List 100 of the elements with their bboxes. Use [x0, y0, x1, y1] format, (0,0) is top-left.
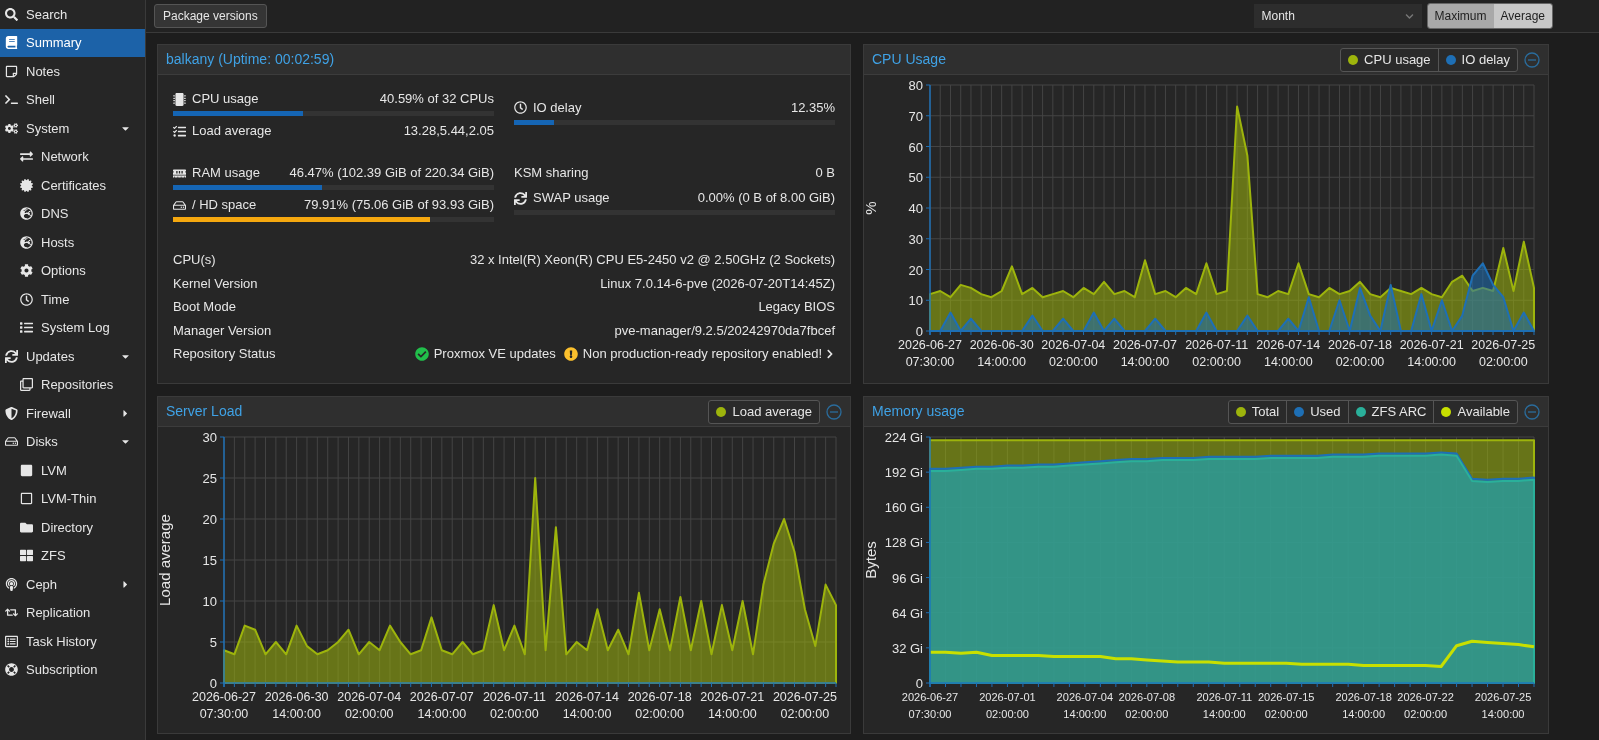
- axis-tick-label: 50: [908, 170, 923, 186]
- axis-tick-label: 2026-07-04 14:00:00: [1056, 691, 1114, 720]
- info-value: 32 x Intel(R) Xeon(R) CPU E5-2450 v2 @ 2.50GHz (2 Sockets): [469, 251, 835, 269]
- axis-tick-label: 10: [908, 293, 923, 309]
- nav-item[interactable]: Repositories: [0, 370, 145, 399]
- package-versions-button[interactable]: Package versions: [154, 4, 267, 28]
- clock-icon: [514, 101, 527, 114]
- refresh-icon: [514, 191, 527, 205]
- check-icon: [414, 346, 429, 361]
- axis-title: Load average: [158, 514, 173, 606]
- info-label: CPU(s): [173, 251, 216, 269]
- info-label: Manager Version: [173, 321, 272, 340]
- nav-item[interactable]: Network: [0, 142, 145, 171]
- nav-item[interactable]: LVM: [0, 456, 145, 485]
- list-icon: [20, 321, 33, 335]
- nav-item[interactable]: Replication: [0, 598, 145, 627]
- metric-label: SWAP usage: [533, 189, 610, 208]
- metric-label: IO delay: [533, 98, 582, 117]
- legend-item[interactable]: Total: [1228, 400, 1287, 423]
- metric-label: Load average: [192, 122, 272, 141]
- drive-icon: [5, 435, 18, 449]
- axis-tick-label: 2026-07-04 02:00:00: [337, 690, 402, 721]
- nav-item[interactable]: Subscription: [0, 655, 145, 684]
- repository-status-text: Non production-ready repository enabled!: [582, 345, 822, 363]
- search-icon: [5, 7, 18, 21]
- axis-tick-label: 2026-07-11 14:00:00: [1196, 691, 1253, 720]
- legend-item[interactable]: IO delay: [1437, 48, 1517, 71]
- lifebuoy-icon: [5, 663, 18, 677]
- globe-icon: [20, 207, 33, 221]
- metric-value: 12.35%: [790, 98, 835, 117]
- axis-tick-label: 192 Gi: [884, 465, 923, 481]
- info-value: Legacy BIOS: [758, 298, 835, 316]
- axis-tick-label: 2026-07-15 02:00:00: [1257, 691, 1315, 720]
- nav-item[interactable]: Hosts: [0, 228, 145, 257]
- legend-item[interactable]: Used: [1286, 400, 1348, 423]
- axis-tick-label: 20: [908, 262, 923, 278]
- metric-value: 13.28,5.44,2.05: [403, 122, 494, 141]
- axis-tick-label: 2026-07-14 14:00:00: [1256, 338, 1321, 369]
- nav-item[interactable]: LVM-Thin: [0, 484, 145, 513]
- nav-item[interactable]: Disks: [0, 427, 145, 456]
- axis-tick-label: 15: [202, 553, 217, 568]
- axis-tick-label: 2026-07-14 14:00:00: [555, 690, 620, 721]
- axis-tick-label: 2026-06-30 14:00:00: [969, 338, 1034, 369]
- axis-tick-label: 60: [908, 139, 923, 155]
- terminal-icon: [5, 93, 18, 107]
- nav-item[interactable]: Time: [0, 285, 145, 314]
- nav-item[interactable]: Updates: [0, 342, 145, 371]
- info-value: Linux 7.0.14-6-pve (2026-07-20T14:45Z): [600, 274, 835, 293]
- nav-item[interactable]: DNS: [0, 199, 145, 228]
- axis-title: Bytes: [864, 541, 879, 579]
- metric-value: 46.47% (102.39 GiB of 220.34 GiB): [289, 164, 494, 183]
- refresh-icon: [5, 349, 18, 363]
- axis-tick-label: 2026-07-18 14:00:00: [1335, 691, 1392, 720]
- shield-icon: [5, 406, 18, 420]
- nav-item[interactable]: System: [0, 114, 145, 143]
- bars-icon: [173, 124, 186, 138]
- axis-tick-label: 2026-07-18 02:00:00: [627, 690, 692, 721]
- legend-item[interactable]: CPU usage: [1341, 48, 1438, 71]
- metric-label: RAM usage: [192, 164, 260, 183]
- nav-item[interactable]: Search: [0, 0, 145, 29]
- timeframe-select[interactable]: Month: [1253, 4, 1422, 28]
- axis-tick-label: 40: [908, 201, 923, 216]
- nav-item[interactable]: ZFS: [0, 541, 145, 570]
- grid-icon: [20, 549, 33, 563]
- axis-tick-label: 2026-07-21 14:00:00: [700, 690, 765, 721]
- axis-title: %: [864, 201, 879, 215]
- nav-item[interactable]: Ceph: [0, 570, 145, 599]
- nav-item[interactable]: Firewall: [0, 399, 145, 428]
- mode-toggle[interactable]: Average: [1493, 4, 1552, 28]
- axis-tick-label: 70: [908, 108, 923, 124]
- axis-tick-label: 2026-06-27 07:30:00: [901, 691, 959, 720]
- nav-item[interactable]: Certificates: [0, 171, 145, 200]
- nav-item[interactable]: Shell: [0, 85, 145, 114]
- chevron-icon[interactable]: [825, 348, 835, 359]
- panel-title: balkany (Uptime: 00:02:59): [166, 50, 336, 69]
- axis-tick-label: 96 Gi: [891, 570, 923, 586]
- broadcast-icon: [5, 577, 18, 591]
- nav-item[interactable]: Summary: [0, 28, 145, 57]
- globe-icon: [20, 235, 33, 249]
- mode-toggle[interactable]: Maximum: [1427, 4, 1494, 28]
- legend-item[interactable]: Load average: [709, 400, 819, 423]
- metric-value: 0.00% (0 B of 8.00 GiB): [697, 189, 835, 208]
- panel-title: CPU Usage: [872, 50, 947, 69]
- axis-tick-label: 0: [209, 676, 217, 691]
- nav-item[interactable]: Notes: [0, 57, 145, 86]
- nav-item[interactable]: System Log: [0, 313, 145, 342]
- legend-item[interactable]: Available: [1433, 400, 1517, 423]
- nav-item[interactable]: Options: [0, 256, 145, 285]
- axis-tick-label: 160 Gi: [884, 500, 923, 516]
- axis-tick-label: 0: [915, 676, 923, 691]
- nav-item[interactable]: Directory: [0, 513, 145, 542]
- axis-tick-label: 25: [202, 471, 217, 486]
- axis-tick-label: 80: [908, 78, 923, 93]
- nav-item[interactable]: Task History: [0, 627, 145, 656]
- axis-tick-label: 2026-07-11 02:00:00: [482, 690, 546, 721]
- legend-item[interactable]: ZFS ARC: [1347, 400, 1434, 423]
- metric-value: 40.59% of 32 CPUs: [379, 90, 494, 109]
- clock-icon: [20, 292, 33, 306]
- axis-tick-label: 2026-07-25 02:00:00: [1471, 338, 1536, 369]
- axis-tick-label: 10: [202, 594, 217, 609]
